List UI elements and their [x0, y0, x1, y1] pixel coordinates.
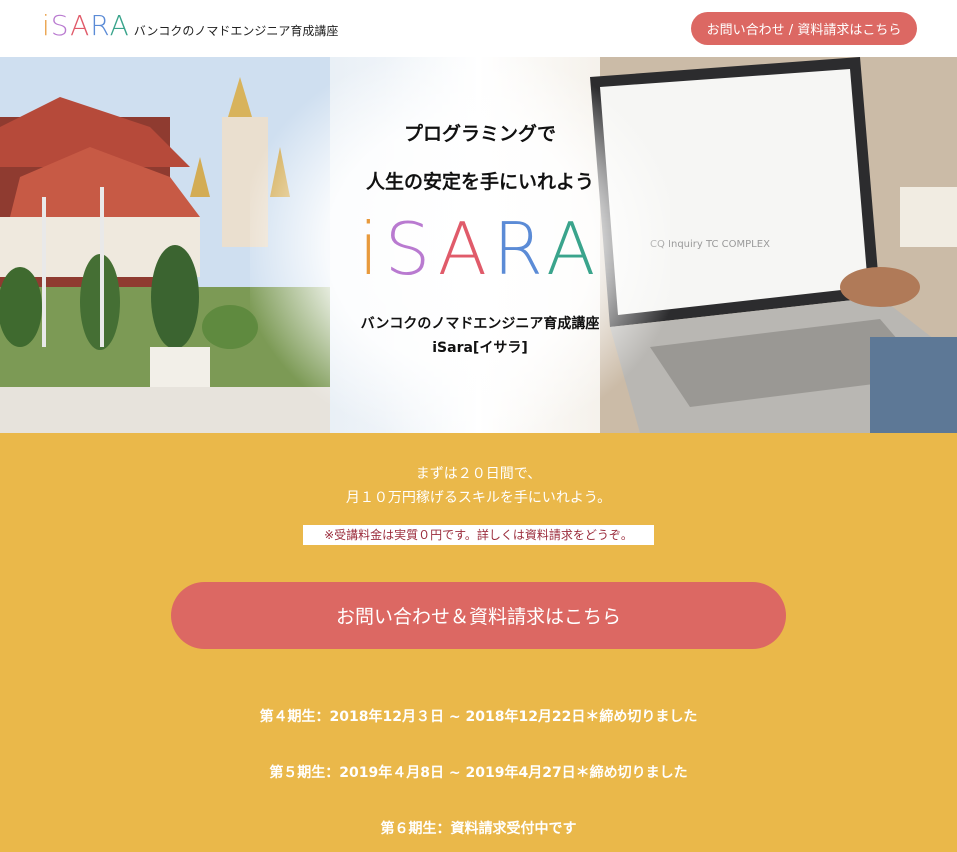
hero-content: プログラミングで 人生の安定を手にいれよう iSARA バンコクのノマドエンジニ… — [250, 57, 710, 433]
lead-text-line1: まずは２０日間で、 — [415, 466, 542, 482]
term-info-5th: 第５期生：2019年４月8日 ~ 2019年4月27日＊締め切りました — [269, 765, 688, 781]
header-contact-button[interactable]: お問い合わせ / 資料請求はこちら — [691, 12, 917, 45]
term-info-6th: 第６期生：資料請求受付中です — [380, 821, 577, 837]
main-section: まずは２０日間で、 月１０万円稼げるスキルを手にいれよう。 ※受講料金は実質０円… — [0, 433, 957, 852]
site-logo[interactable]: iSARA バンコクのノマドエンジニア育成講座 — [42, 12, 338, 40]
fee-note: ※受講料金は実質０円です。詳しくは資料請求をどうぞ。 — [303, 525, 654, 545]
lead-text-line2: 月１０万円稼げるスキルを手にいれよう。 — [345, 490, 612, 506]
cta-contact-button[interactable]: お問い合わせ＆資料請求はこちら — [171, 582, 786, 649]
term-info-4th: 第４期生：2018年12月３日 ~ 2018年12月22日＊締め切りました — [259, 709, 698, 725]
logo-wordmark: iSARA — [42, 9, 130, 42]
hero-logo: iSARA — [358, 207, 602, 291]
hero-subtitle-line2: iSara[イサラ] — [432, 340, 528, 356]
hero-subtitle-line1: バンコクのノマドエンジニア育成講座 — [360, 316, 600, 332]
logo-tagline: バンコクのノマドエンジニア育成講座 — [133, 24, 339, 38]
hero-banner: CQ Inquiry TC COMPLEX プログラミングで 人生の安定を手にい… — [0, 57, 957, 433]
site-header: iSARA バンコクのノマドエンジニア育成講座 お問い合わせ / 資料請求はこち… — [0, 0, 957, 57]
hero-headline-line2: 人生の安定を手にいれよう — [365, 171, 594, 193]
hero-headline-line1: プログラミングで — [403, 123, 556, 145]
